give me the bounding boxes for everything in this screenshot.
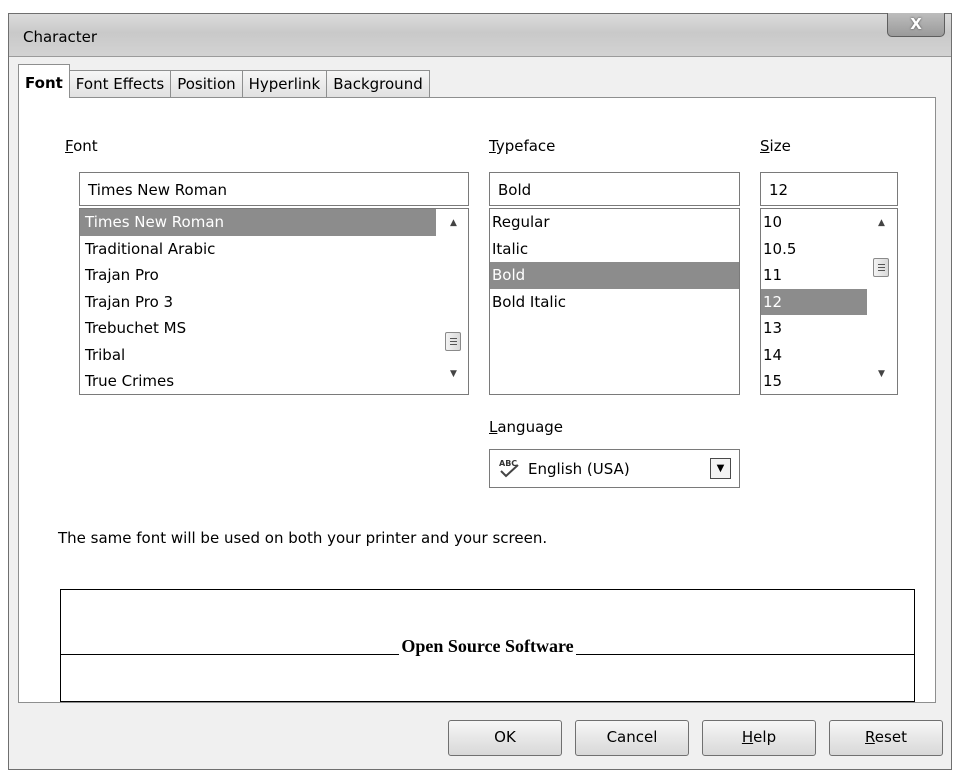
scroll-thumb[interactable] (873, 258, 889, 277)
font-list-item[interactable]: Traditional Arabic (80, 236, 468, 263)
svg-text:ABC: ABC (499, 459, 517, 468)
preview-text: Open Source Software (399, 636, 576, 656)
tab-bar: Font Font Effects Position Hyperlink Bac… (18, 64, 430, 98)
tab-background[interactable]: Background (326, 70, 430, 98)
close-button[interactable]: X (887, 13, 945, 37)
window-title: Character (23, 28, 98, 46)
language-select[interactable]: ABC English (USA) ▼ (489, 449, 740, 488)
scroll-up-icon[interactable]: ▲ (450, 218, 457, 228)
typeface-list-item[interactable]: Italic (490, 236, 739, 263)
language-label: Language (489, 418, 564, 436)
size-input[interactable]: 12 (760, 172, 898, 206)
language-value: English (USA) (528, 460, 630, 478)
scroll-down-icon[interactable]: ▼ (450, 369, 457, 379)
tab-font-effects[interactable]: Font Effects (68, 70, 172, 98)
font-list-item[interactable]: Trajan Pro (80, 262, 468, 289)
typeface-input[interactable]: Bold (489, 172, 740, 206)
tab-position[interactable]: Position (170, 70, 243, 98)
chevron-down-icon[interactable]: ▼ (710, 458, 731, 479)
close-icon: X (910, 15, 922, 33)
typeface-list[interactable]: Regular Italic Bold Bold Italic (489, 208, 740, 395)
scroll-down-icon[interactable]: ▼ (878, 369, 885, 379)
reset-button[interactable]: Reset (829, 720, 943, 756)
size-label: Size (760, 137, 791, 155)
font-list-item[interactable]: Tribal (80, 342, 468, 369)
font-list-item[interactable]: Trebuchet MS (80, 315, 468, 342)
typeface-list-item[interactable]: Bold (490, 262, 739, 289)
ok-button[interactable]: OK (448, 720, 562, 756)
font-preview: Open Source Software (60, 589, 915, 702)
font-name-input[interactable]: Times New Roman (79, 172, 469, 206)
scroll-thumb[interactable] (445, 332, 461, 351)
font-list-item[interactable]: True Crimes (80, 368, 468, 394)
font-list[interactable]: Times New Roman Traditional Arabic Traja… (79, 208, 469, 395)
typeface-list-item[interactable]: Bold Italic (490, 289, 739, 316)
scroll-up-icon[interactable]: ▲ (878, 218, 885, 228)
typeface-label: Typeface (489, 137, 556, 155)
tab-hyperlink[interactable]: Hyperlink (241, 70, 328, 98)
info-text: The same font will be used on both your … (58, 529, 548, 547)
font-list-item[interactable]: Trajan Pro 3 (80, 289, 468, 316)
font-list-scrollbar[interactable]: ▲ ▼ (440, 209, 468, 394)
size-list[interactable]: 10 10.5 11 12 13 14 15 ▲ ▼ (760, 208, 898, 395)
tab-font[interactable]: Font (18, 64, 70, 98)
help-button[interactable]: Help (702, 720, 816, 756)
font-label: Font (65, 137, 98, 155)
font-list-item[interactable]: Times New Roman (80, 209, 436, 236)
title-bar[interactable]: Character X (9, 13, 951, 57)
size-list-item[interactable]: 12 (761, 288, 867, 315)
size-list-scrollbar[interactable]: ▲ ▼ (867, 209, 897, 394)
typeface-list-item[interactable]: Regular (490, 209, 739, 236)
spellcheck-abc-icon: ABC (499, 459, 519, 478)
cancel-button[interactable]: Cancel (575, 720, 689, 756)
